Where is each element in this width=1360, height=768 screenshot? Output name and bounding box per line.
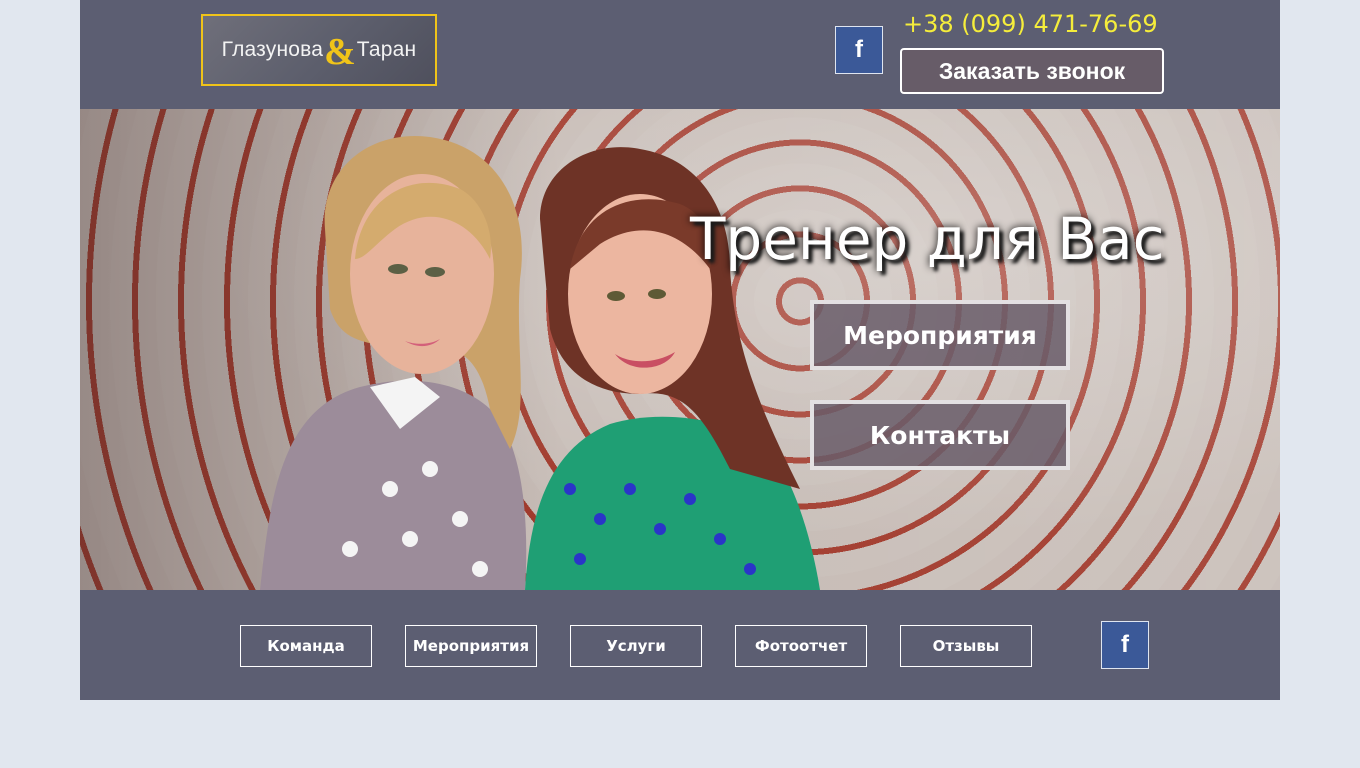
nav-team[interactable]: Команда — [240, 625, 372, 667]
events-button[interactable]: Мероприятия — [810, 300, 1070, 370]
callback-button[interactable]: Заказать звонок — [900, 48, 1164, 94]
nav-photo-report[interactable]: Фотоотчет — [735, 625, 867, 667]
facebook-icon[interactable]: f — [835, 26, 883, 74]
site-logo[interactable]: Глазунова & Таран — [201, 14, 437, 86]
phone-number[interactable]: +38 (099) 471-76-69 — [903, 10, 1165, 38]
nav-reviews[interactable]: Отзывы — [900, 625, 1032, 667]
nav-events[interactable]: Мероприятия — [405, 625, 537, 667]
site-container: Глазунова & Таран f +38 (099) 471-76-69 … — [80, 0, 1280, 700]
nav-services[interactable]: Услуги — [570, 625, 702, 667]
logo-name-right: Таран — [356, 38, 417, 61]
hero-banner: Тренер для Вас Мероприятия Контакты — [80, 109, 1280, 590]
logo-name-left: Глазунова — [221, 38, 324, 61]
hero-photo — [260, 135, 820, 590]
facebook-icon[interactable]: f — [1101, 621, 1149, 669]
logo-ampersand: & — [324, 31, 356, 73]
contacts-button[interactable]: Контакты — [810, 400, 1070, 470]
woman-left-figure — [260, 135, 527, 590]
hero-title: Тренер для Вас — [690, 205, 1165, 273]
